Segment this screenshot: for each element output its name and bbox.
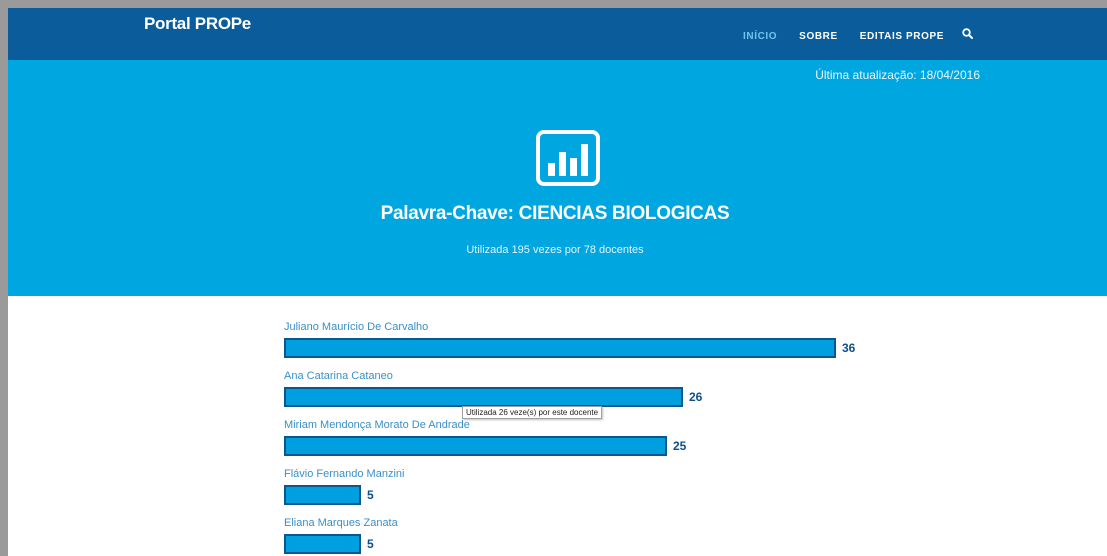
nav-inicio-link[interactable]: INÍCIO (743, 31, 777, 42)
usage-bar[interactable] (284, 534, 361, 554)
bar-row: 36 (284, 337, 855, 359)
page-frame: Portal PROPe INÍCIO SOBRE EDITAIS PROPE … (8, 8, 1107, 556)
docente-bar-item: Flávio Fernando Manzini 5 (284, 467, 855, 516)
usage-count-label: 36 (842, 341, 856, 355)
docentes-bar-chart: Juliano Maurício De Carvalho 36 Ana Catari… (284, 320, 855, 556)
bar-row: 26 (284, 386, 855, 408)
usage-count-label: 5 (367, 488, 374, 502)
bar-row: 5 (284, 484, 855, 506)
docente-bar-item: Miriam Mendonça Morato De Andrade 25 (284, 418, 855, 467)
usage-count-label: 5 (367, 537, 374, 551)
docente-name-link[interactable]: Ana Catarina Cataneo (284, 369, 855, 386)
docente-name-link[interactable]: Flávio Fernando Manzini (284, 467, 855, 484)
usage-bar[interactable] (284, 485, 361, 505)
main-nav: INÍCIO SOBRE EDITAIS PROPE (743, 26, 974, 44)
brand-logo-link[interactable]: Portal PROPe (144, 14, 251, 34)
usage-bar[interactable] (284, 338, 836, 358)
keyword-usage-subtitle: Utilizada 195 vezes por 78 docentes (466, 244, 644, 256)
usage-count-label: 25 (673, 439, 687, 453)
search-icon[interactable] (962, 26, 974, 44)
docente-name-link[interactable]: Miriam Mendonça Morato De Andrade (284, 418, 855, 435)
usage-bar[interactable] (284, 436, 667, 456)
nav-sobre-link[interactable]: SOBRE (799, 31, 838, 42)
bar-row: 5 (284, 533, 855, 555)
nav-editais-prope-link[interactable]: EDITAIS PROPE (860, 31, 944, 42)
keyword-title: Palavra-Chave: CIENCIAS BIOLOGICAS (380, 203, 730, 224)
top-navbar: Portal PROPe INÍCIO SOBRE EDITAIS PROPE (8, 8, 1107, 60)
docente-bar-item: Eliana Marques Zanata 5 (284, 516, 855, 556)
bar-chart-icon (536, 130, 600, 186)
hero-banner: Última atualização: 18/04/2016 Palavra-C… (8, 60, 1107, 296)
search-icon-glyph (962, 28, 974, 39)
docente-name-link[interactable]: Eliana Marques Zanata (284, 516, 855, 533)
usage-bar[interactable] (284, 387, 683, 407)
docente-name-link[interactable]: Juliano Maurício De Carvalho (284, 320, 855, 337)
docente-bar-item: Juliano Maurício De Carvalho 36 (284, 320, 855, 369)
last-updated-text: Última atualização: 18/04/2016 (815, 68, 980, 82)
bar-row: 25 (284, 435, 855, 457)
usage-count-label: 26 (689, 390, 703, 404)
bar-tooltip: Utilizada 26 veze(s) por este docente (462, 406, 603, 419)
